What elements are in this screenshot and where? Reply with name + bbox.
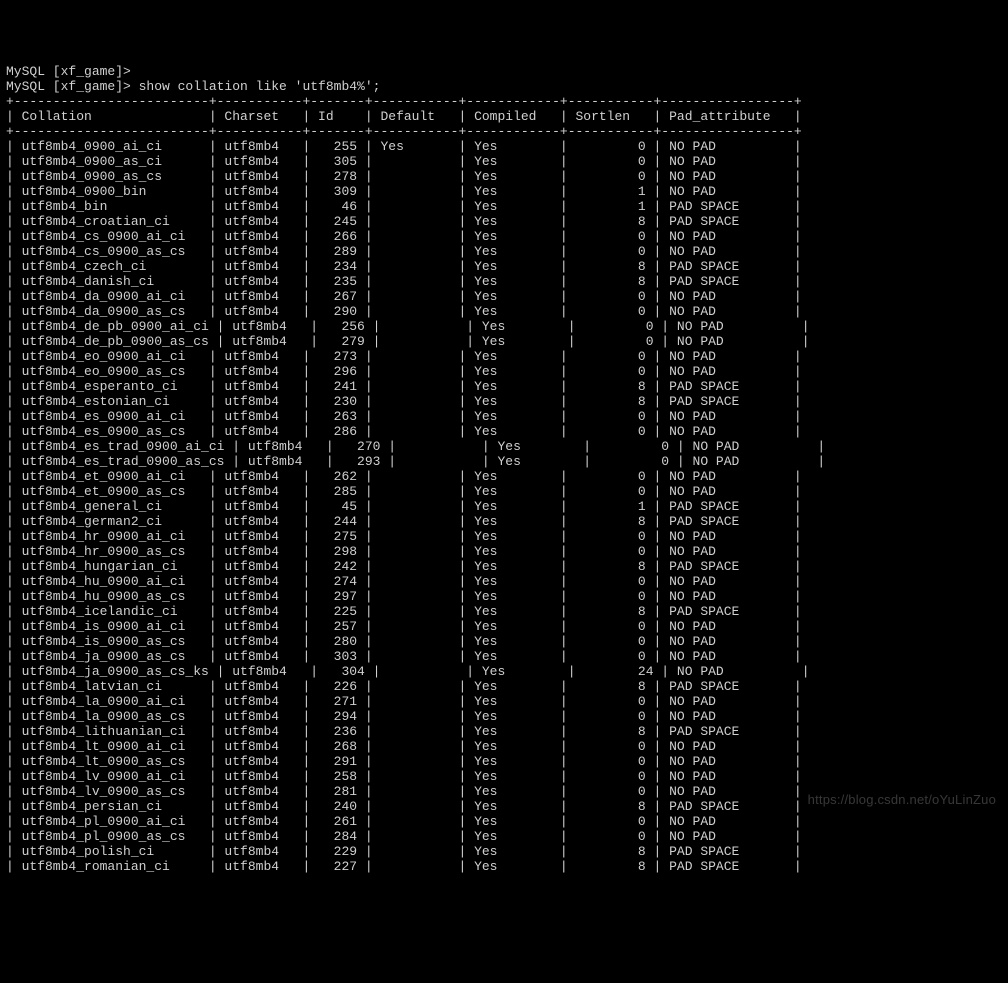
terminal-output: MySQL [xf_game]> MySQL [xf_game]> show c… [6, 64, 1002, 874]
